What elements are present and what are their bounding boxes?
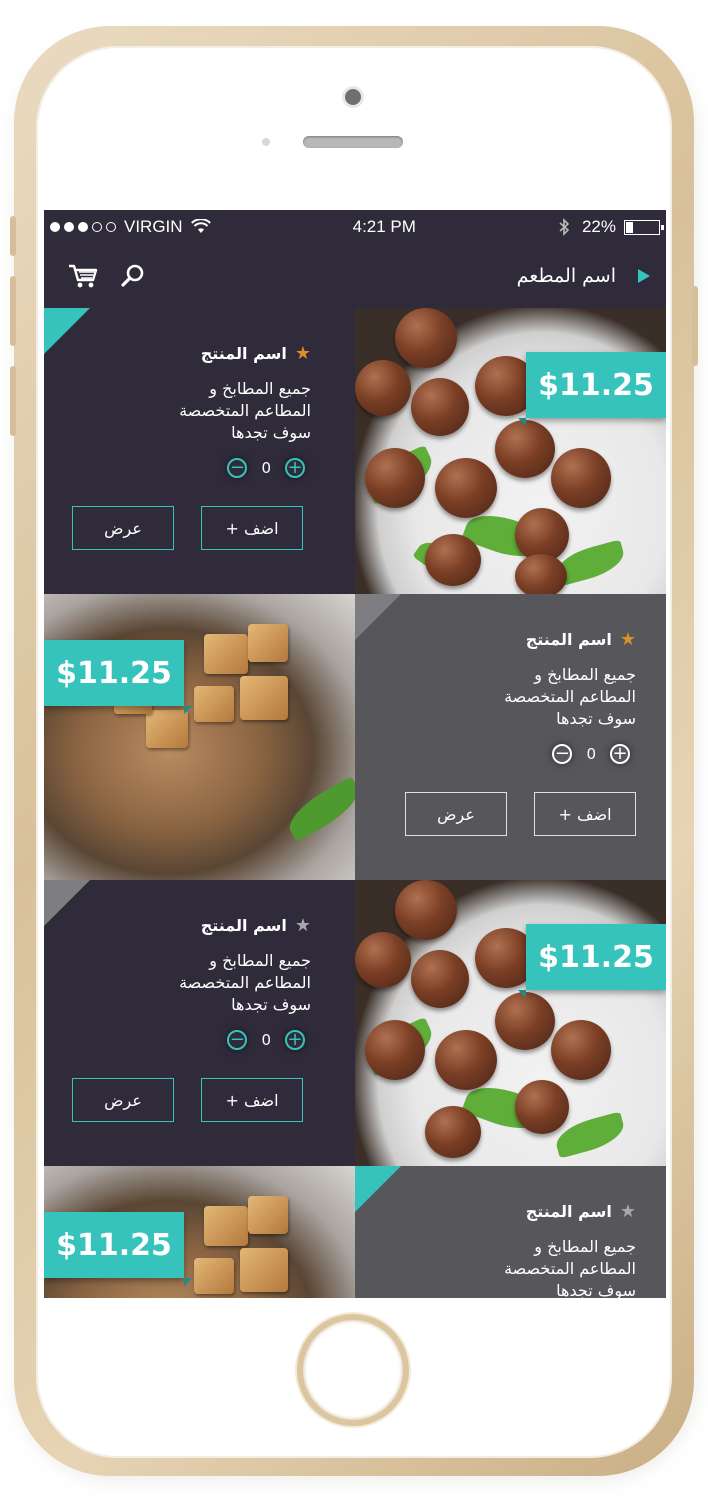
restaurant-title[interactable]: اسم المطعم xyxy=(517,265,650,287)
description-line: المطاعم المتخصصة xyxy=(504,1259,636,1278)
carrier-name: VIRGIN xyxy=(124,217,183,236)
minus-icon[interactable]: − xyxy=(227,458,248,478)
corner-ribbon xyxy=(44,308,90,354)
product-card-info: ★ اسم المنتج جميع المطابخ و المطاعم المت… xyxy=(355,1166,666,1298)
description-line: جميع المطابخ و xyxy=(209,951,311,970)
description-line: جميع المطابخ و xyxy=(534,1237,636,1256)
plus-icon[interactable]: + xyxy=(610,744,630,764)
quantity-stepper: − 0 + xyxy=(552,744,630,764)
product-card-info: ★ اسم المنتج جميع المطابخ و المطاعم المت… xyxy=(44,880,355,1166)
description-line: المطاعم المتخصصة xyxy=(179,401,311,420)
star-icon[interactable]: ★ xyxy=(620,630,636,649)
corner-ribbon xyxy=(355,594,401,640)
description-line: سوف تجدها xyxy=(556,1281,636,1298)
description-line: المطاعم المتخصصة xyxy=(179,973,311,992)
earpiece-speaker xyxy=(303,136,403,148)
proximity-sensor xyxy=(262,138,270,146)
mute-switch xyxy=(10,216,16,256)
minus-icon[interactable]: − xyxy=(227,1030,248,1050)
plus-icon[interactable]: + xyxy=(285,1030,305,1050)
product-name: اسم المنتج xyxy=(525,630,612,649)
app-screen: VIRGIN 4:21 PM 22% اسم المطعم ★ اسم المن… xyxy=(44,210,666,1298)
product-title: ★ اسم المنتج xyxy=(201,916,311,935)
restaurant-name: اسم المطعم xyxy=(516,265,616,287)
description-line: جميع المطابخ و xyxy=(534,665,636,684)
signal-dot-empty-icon xyxy=(92,222,102,232)
product-list: ★ اسم المنتج جميع المطابخ و المطاعم المت… xyxy=(44,308,666,1298)
view-button[interactable]: عرض xyxy=(72,506,174,550)
clock: 4:21 PM xyxy=(352,217,416,236)
product-row: $11.25 ★ اسم المنتج جميع المطابخ و المطا… xyxy=(44,1166,666,1298)
product-card-info: ★ اسم المنتج جميع المطابخ و المطاعم المت… xyxy=(355,594,666,880)
product-title: ★ اسم المنتج xyxy=(201,344,311,363)
add-button[interactable]: + اضف xyxy=(534,792,636,836)
product-name: اسم المنتج xyxy=(525,1202,612,1221)
product-row: ★ اسم المنتج جميع المطابخ و المطاعم المت… xyxy=(44,308,666,594)
product-name: اسم المنتج xyxy=(200,916,287,935)
status-bar: VIRGIN 4:21 PM 22% xyxy=(44,210,666,244)
product-image-pork-chop[interactable]: $11.25 xyxy=(44,594,355,880)
star-icon[interactable]: ★ xyxy=(295,916,311,935)
product-name: اسم المنتج xyxy=(200,344,287,363)
product-image-meatballs[interactable]: $11.25 xyxy=(355,308,666,594)
price-tag: $11.25 xyxy=(518,352,666,426)
quantity-stepper: − 0 + xyxy=(227,458,305,478)
wifi-icon xyxy=(190,219,211,233)
description-line: جميع المطابخ و xyxy=(209,379,311,398)
signal-dot-empty-icon xyxy=(106,222,116,232)
battery-icon xyxy=(624,219,664,235)
description-line: المطاعم المتخصصة xyxy=(504,687,636,706)
play-arrow-icon xyxy=(638,269,650,283)
volume-down-button xyxy=(10,366,16,436)
product-card-info: ★ اسم المنتج جميع المطابخ و المطاعم المت… xyxy=(44,308,355,594)
description-line: سوف تجدها xyxy=(556,709,636,728)
star-icon[interactable]: ★ xyxy=(295,344,311,363)
quantity-stepper: − 0 + xyxy=(227,1030,305,1050)
quantity-value: 0 xyxy=(586,745,596,763)
nav-bar: اسم المطعم xyxy=(44,244,666,308)
front-camera xyxy=(345,89,361,105)
product-title: ★ اسم المنتج xyxy=(526,630,636,649)
plus-icon[interactable]: + xyxy=(285,458,305,478)
product-image-pork-chop[interactable]: $11.25 xyxy=(44,1166,355,1298)
power-button xyxy=(692,286,698,366)
star-icon[interactable]: ★ xyxy=(620,1202,636,1221)
price-tag: $11.25 xyxy=(44,1212,192,1286)
minus-icon[interactable]: − xyxy=(552,744,573,764)
price-tag: $11.25 xyxy=(44,640,192,714)
product-description: جميع المطابخ و المطاعم المتخصصة سوف تجده… xyxy=(436,664,636,730)
quantity-value: 0 xyxy=(261,1031,271,1049)
description-line: سوف تجدها xyxy=(231,423,311,442)
description-line: سوف تجدها xyxy=(231,995,311,1014)
battery-percent: 22% xyxy=(581,217,616,236)
add-button[interactable]: + اضف xyxy=(201,506,303,550)
product-row: ★ اسم المنتج جميع المطابخ و المطاعم المت… xyxy=(44,880,666,1166)
product-description: جميع المطابخ و المطاعم المتخصصة سوف تجده… xyxy=(111,378,311,444)
product-title: ★ اسم المنتج xyxy=(526,1202,636,1221)
product-image-meatballs[interactable]: $11.25 xyxy=(355,880,666,1166)
view-button[interactable]: عرض xyxy=(72,1078,174,1122)
price-tag: $11.25 xyxy=(518,924,666,998)
signal-dot-icon xyxy=(50,222,60,232)
corner-ribbon xyxy=(355,1166,401,1212)
volume-up-button xyxy=(10,276,16,346)
product-description: جميع المطابخ و المطاعم المتخصصة سوف تجده… xyxy=(436,1236,636,1298)
quantity-value: 0 xyxy=(261,459,271,477)
signal-dot-icon xyxy=(64,222,74,232)
battery-fill xyxy=(626,221,634,233)
bluetooth-icon xyxy=(559,218,570,236)
search-icon[interactable] xyxy=(120,263,146,289)
product-description: جميع المطابخ و المطاعم المتخصصة سوف تجده… xyxy=(111,950,311,1016)
view-button[interactable]: عرض xyxy=(405,792,507,836)
add-button[interactable]: + اضف xyxy=(201,1078,303,1122)
cart-icon[interactable] xyxy=(68,263,98,289)
product-row: $11.25 ★ اسم المنتج جميع المطابخ و المطا… xyxy=(44,594,666,880)
home-button[interactable] xyxy=(297,1314,409,1426)
signal-dot-icon xyxy=(78,222,88,232)
corner-ribbon xyxy=(44,880,90,926)
